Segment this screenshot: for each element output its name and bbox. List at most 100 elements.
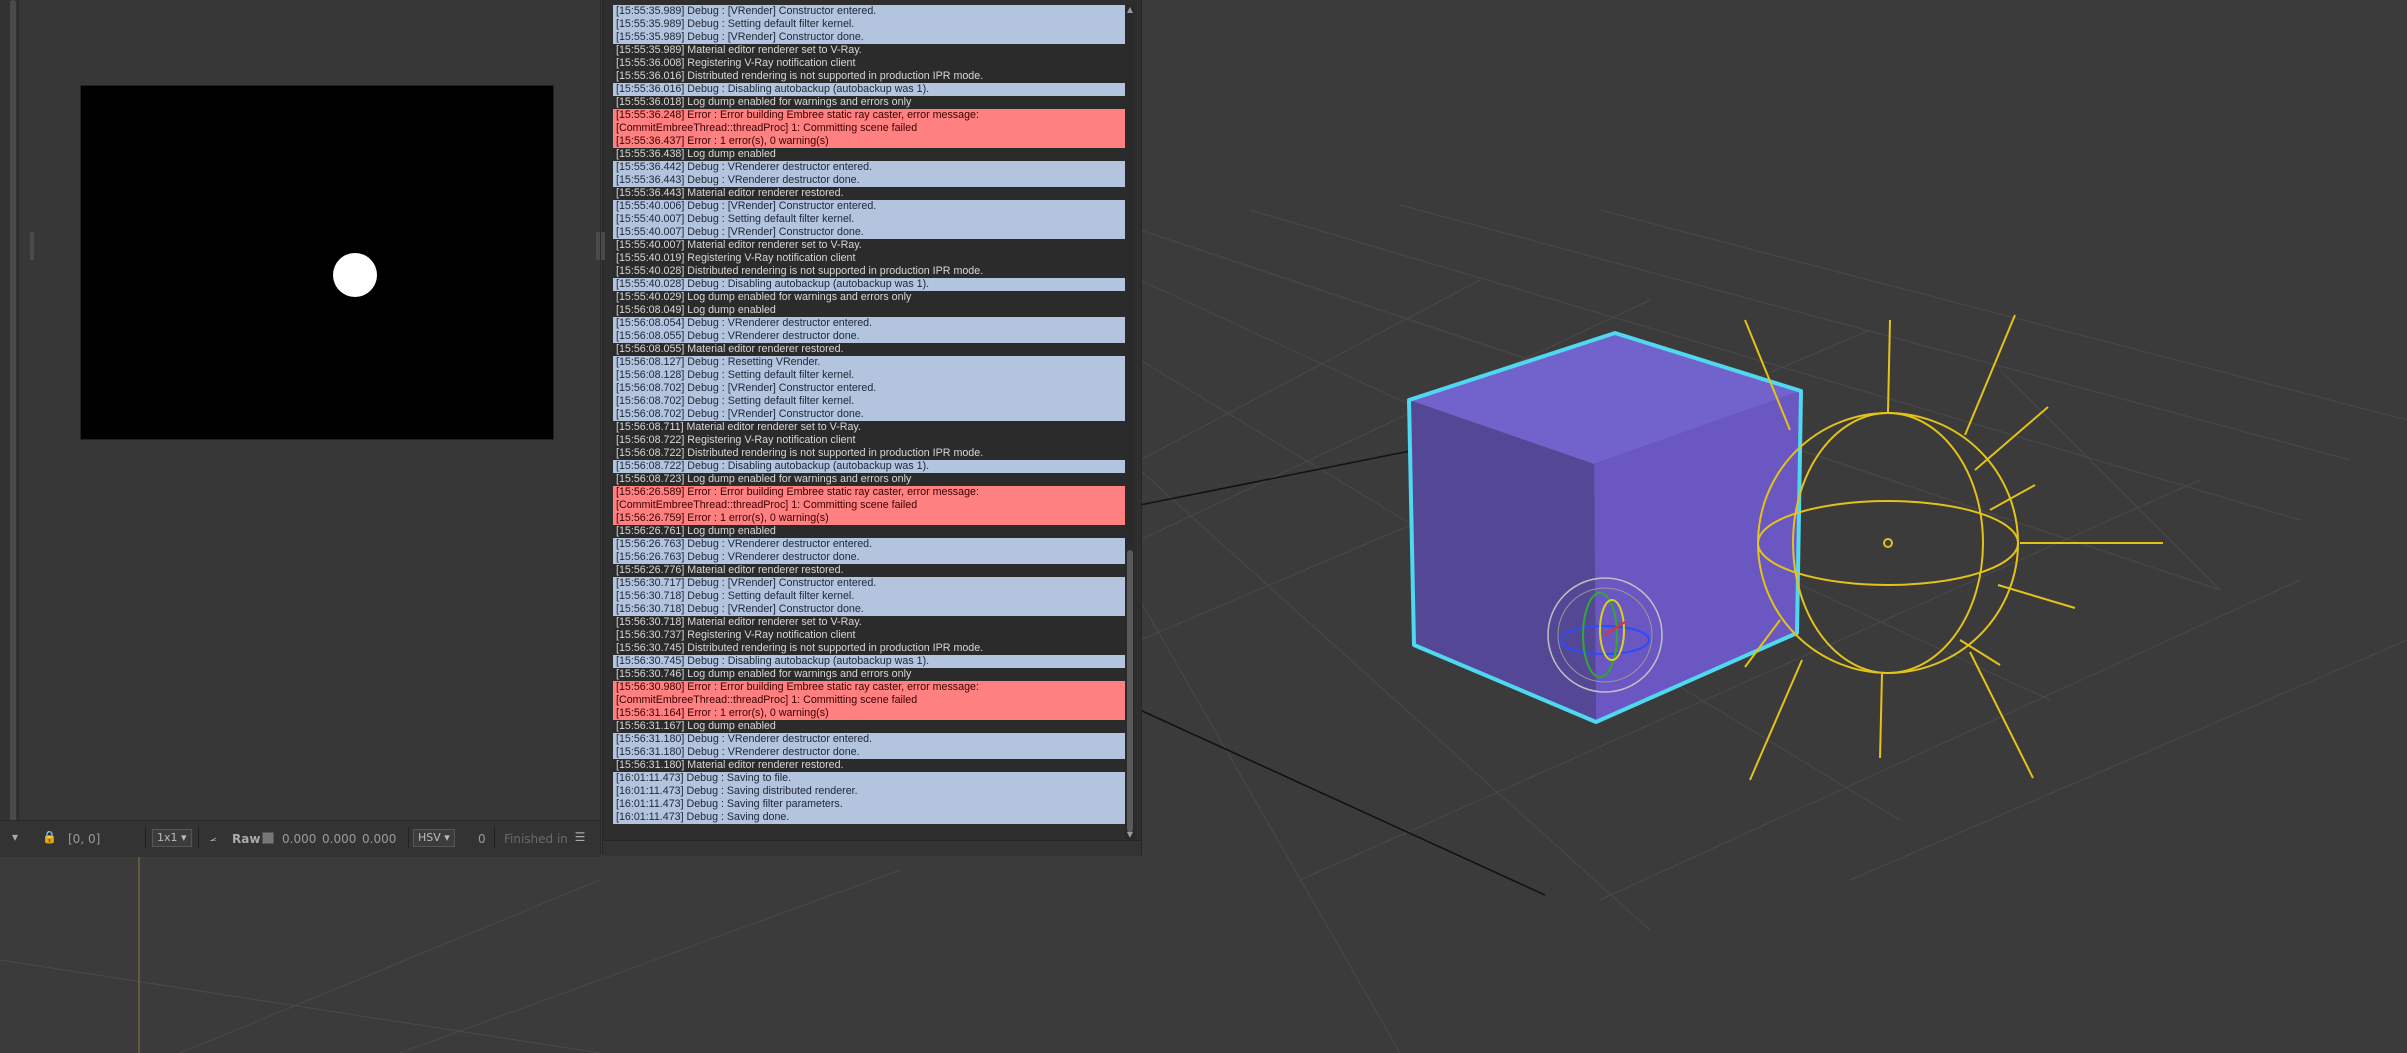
log-entry-debug[interactable]: [15:56:26.763] Debug : VRenderer destruc… bbox=[613, 551, 1125, 564]
curve-icon[interactable]: ⦟ bbox=[206, 830, 220, 844]
log-entry-info[interactable]: [15:55:35.989] Material editor renderer … bbox=[613, 44, 1125, 57]
log-entry-info[interactable]: [15:56:08.055] Material editor renderer … bbox=[613, 343, 1125, 356]
log-entry-info[interactable]: [15:56:08.711] Material editor renderer … bbox=[613, 421, 1125, 434]
log-entry-info[interactable]: [15:55:40.007] Material editor renderer … bbox=[613, 239, 1125, 252]
render-image[interactable] bbox=[80, 85, 554, 440]
log-list[interactable]: [15:55:35.989] Debug : [VRender] Constru… bbox=[613, 5, 1125, 828]
scrollbar-thumb[interactable] bbox=[1127, 550, 1133, 832]
log-entry-info[interactable]: [15:56:08.049] Log dump enabled bbox=[613, 304, 1125, 317]
color-space-value: HSV bbox=[418, 831, 441, 844]
lock-icon[interactable]: 🔒 bbox=[42, 830, 57, 844]
log-window: [15:55:35.989] Debug : [VRender] Constru… bbox=[601, 0, 1142, 856]
vfb-status-bar: ▾ 🔒 [0, 0] 1x1 ▾ ⦟ Raw 0.000 0.000 0.000… bbox=[0, 820, 600, 857]
log-entry-debug[interactable]: [15:56:31.180] Debug : VRenderer destruc… bbox=[613, 746, 1125, 759]
scroll-down-arrow-icon[interactable]: ▼ bbox=[1125, 830, 1135, 840]
pixel-coords: [0, 0] bbox=[68, 832, 101, 846]
log-entry-debug[interactable]: [15:55:35.989] Debug : Setting default f… bbox=[613, 18, 1125, 31]
collapse-arrow-icon[interactable]: ▾ bbox=[8, 830, 22, 844]
log-entry-error[interactable]: [15:56:31.164] Error : 1 error(s), 0 war… bbox=[613, 707, 1125, 720]
log-entry-error[interactable]: [CommitEmbreeThread::threadProc] 1: Comm… bbox=[613, 122, 1125, 135]
log-entry-error[interactable]: [15:56:26.759] Error : 1 error(s), 0 war… bbox=[613, 512, 1125, 525]
log-entry-error[interactable]: [15:56:26.589] Error : Error building Em… bbox=[613, 486, 1125, 499]
log-entry-debug[interactable]: [15:56:08.128] Debug : Setting default f… bbox=[613, 369, 1125, 382]
red-value: 0.000 bbox=[282, 832, 317, 846]
log-entry-info[interactable]: [15:56:30.718] Material editor renderer … bbox=[613, 616, 1125, 629]
log-entry-debug[interactable]: [15:56:08.054] Debug : VRenderer destruc… bbox=[613, 317, 1125, 330]
separator bbox=[494, 827, 495, 849]
log-entry-debug[interactable]: [16:01:11.473] Debug : Saving done. bbox=[613, 811, 1125, 824]
log-entry-info[interactable]: [15:55:40.028] Distributed rendering is … bbox=[613, 265, 1125, 278]
world-axis-line bbox=[1139, 709, 1546, 896]
log-entry-debug[interactable]: [15:56:30.717] Debug : [VRender] Constru… bbox=[613, 577, 1125, 590]
log-entry-info[interactable]: [15:55:36.008] Registering V-Ray notific… bbox=[613, 57, 1125, 70]
zoom-dropdown[interactable]: 1x1 ▾ bbox=[152, 829, 192, 847]
log-entry-info[interactable]: [15:55:36.443] Material editor renderer … bbox=[613, 187, 1125, 200]
log-entry-debug[interactable]: [15:56:30.718] Debug : Setting default f… bbox=[613, 590, 1125, 603]
log-entry-debug[interactable]: [15:55:40.007] Debug : Setting default f… bbox=[613, 213, 1125, 226]
log-entry-debug[interactable]: [15:55:35.989] Debug : [VRender] Constru… bbox=[613, 31, 1125, 44]
channel-value: 0 bbox=[478, 832, 486, 846]
separator bbox=[198, 827, 199, 849]
separator bbox=[408, 827, 409, 849]
color-space-dropdown[interactable]: HSV ▾ bbox=[413, 829, 455, 847]
log-entry-info[interactable]: [15:56:31.180] Material editor renderer … bbox=[613, 759, 1125, 772]
vfb-left-scrollbar[interactable] bbox=[0, 0, 19, 845]
log-entry-debug[interactable]: [15:56:08.722] Debug : Disabling autobac… bbox=[613, 460, 1125, 473]
log-entry-debug[interactable]: [15:55:40.007] Debug : [VRender] Constru… bbox=[613, 226, 1125, 239]
zoom-value: 1x1 bbox=[157, 831, 178, 844]
frame-buffer-window: ▾ 🔒 [0, 0] 1x1 ▾ ⦟ Raw 0.000 0.000 0.000… bbox=[0, 0, 601, 857]
log-entry-info[interactable]: [15:56:08.722] Registering V-Ray notific… bbox=[613, 434, 1125, 447]
log-entry-debug[interactable]: [15:56:08.702] Debug : [VRender] Constru… bbox=[613, 408, 1125, 421]
log-entry-error[interactable]: [15:55:36.248] Error : Error building Em… bbox=[613, 109, 1125, 122]
log-entry-debug[interactable]: [15:56:08.702] Debug : Setting default f… bbox=[613, 395, 1125, 408]
log-entry-debug[interactable]: [15:56:08.702] Debug : [VRender] Constru… bbox=[613, 382, 1125, 395]
log-entry-info[interactable]: [15:56:31.167] Log dump enabled bbox=[613, 720, 1125, 733]
log-entry-debug[interactable]: [15:55:35.989] Debug : [VRender] Constru… bbox=[613, 5, 1125, 18]
log-entry-debug[interactable]: [16:01:11.473] Debug : Saving distribute… bbox=[613, 785, 1125, 798]
log-entry-debug[interactable]: [15:55:40.006] Debug : [VRender] Constru… bbox=[613, 200, 1125, 213]
log-entry-debug[interactable]: [15:55:36.442] Debug : VRenderer destruc… bbox=[613, 161, 1125, 174]
log-entry-debug[interactable]: [15:56:26.763] Debug : VRenderer destruc… bbox=[613, 538, 1125, 551]
panel-resize-handle[interactable] bbox=[601, 232, 605, 260]
log-entry-info[interactable]: [15:55:40.029] Log dump enabled for warn… bbox=[613, 291, 1125, 304]
scroll-up-arrow-icon[interactable]: ▲ bbox=[1125, 5, 1135, 15]
log-entry-debug[interactable]: [15:56:30.745] Debug : Disabling autobac… bbox=[613, 655, 1125, 668]
log-entry-info[interactable]: [15:55:40.019] Registering V-Ray notific… bbox=[613, 252, 1125, 265]
log-entry-info[interactable]: [15:56:30.745] Distributed rendering is … bbox=[613, 642, 1125, 655]
log-window-footer bbox=[603, 840, 1141, 856]
log-entry-info[interactable]: [15:56:30.746] Log dump enabled for warn… bbox=[613, 668, 1125, 681]
log-entry-info[interactable]: [15:56:26.761] Log dump enabled bbox=[613, 525, 1125, 538]
panel-resize-handle[interactable] bbox=[30, 232, 34, 260]
rendered-sphere bbox=[333, 253, 377, 297]
log-entry-debug[interactable]: [15:56:08.127] Debug : Resetting VRender… bbox=[613, 356, 1125, 369]
log-entry-error[interactable]: [15:56:30.980] Error : Error building Em… bbox=[613, 681, 1125, 694]
log-entry-debug[interactable]: [15:56:31.180] Debug : VRenderer destruc… bbox=[613, 733, 1125, 746]
scrollbar-thumb[interactable] bbox=[10, 0, 16, 830]
log-entry-debug[interactable]: [15:55:36.016] Debug : Disabling autobac… bbox=[613, 83, 1125, 96]
log-entry-error[interactable]: [15:55:36.437] Error : 1 error(s), 0 war… bbox=[613, 135, 1125, 148]
log-entry-info[interactable]: [15:56:08.722] Distributed rendering is … bbox=[613, 447, 1125, 460]
cube-object[interactable] bbox=[1407, 331, 1803, 724]
log-entry-debug[interactable]: [15:55:40.028] Debug : Disabling autobac… bbox=[613, 278, 1125, 291]
log-entry-info[interactable]: [15:55:36.016] Distributed rendering is … bbox=[613, 70, 1125, 83]
log-entry-info[interactable]: [15:56:26.776] Material editor renderer … bbox=[613, 564, 1125, 577]
log-entry-debug[interactable]: [16:01:11.473] Debug : Saving to file. bbox=[613, 772, 1125, 785]
log-entry-debug[interactable]: [15:56:08.055] Debug : VRenderer destruc… bbox=[613, 330, 1125, 343]
log-entry-debug[interactable]: [15:55:36.443] Debug : VRenderer destruc… bbox=[613, 174, 1125, 187]
log-entry-error[interactable]: [CommitEmbreeThread::threadProc] 1: Comm… bbox=[613, 499, 1125, 512]
log-entry-info[interactable]: [15:56:08.723] Log dump enabled for warn… bbox=[613, 473, 1125, 486]
log-scrollbar[interactable]: ▲ ▼ bbox=[1125, 5, 1135, 840]
log-entry-debug[interactable]: [15:56:30.718] Debug : [VRender] Constru… bbox=[613, 603, 1125, 616]
log-entry-debug[interactable]: [16:01:11.473] Debug : Saving filter par… bbox=[613, 798, 1125, 811]
log-toggle-icon[interactable]: ☰ bbox=[573, 830, 587, 844]
log-entry-error[interactable]: [CommitEmbreeThread::threadProc] 1: Comm… bbox=[613, 694, 1125, 707]
log-entry-info[interactable]: [15:55:36.438] Log dump enabled bbox=[613, 148, 1125, 161]
panel-resize-handle[interactable] bbox=[596, 232, 600, 260]
separator bbox=[145, 827, 146, 849]
pivot-gizmo[interactable] bbox=[1547, 577, 1663, 693]
light-gizmo[interactable] bbox=[1744, 314, 2163, 781]
raw-toggle[interactable]: Raw bbox=[232, 832, 260, 846]
log-entry-info[interactable]: [15:55:36.018] Log dump enabled for warn… bbox=[613, 96, 1125, 109]
log-entry-info[interactable]: [15:56:30.737] Registering V-Ray notific… bbox=[613, 629, 1125, 642]
render-status: Finished in bbox=[504, 832, 568, 846]
